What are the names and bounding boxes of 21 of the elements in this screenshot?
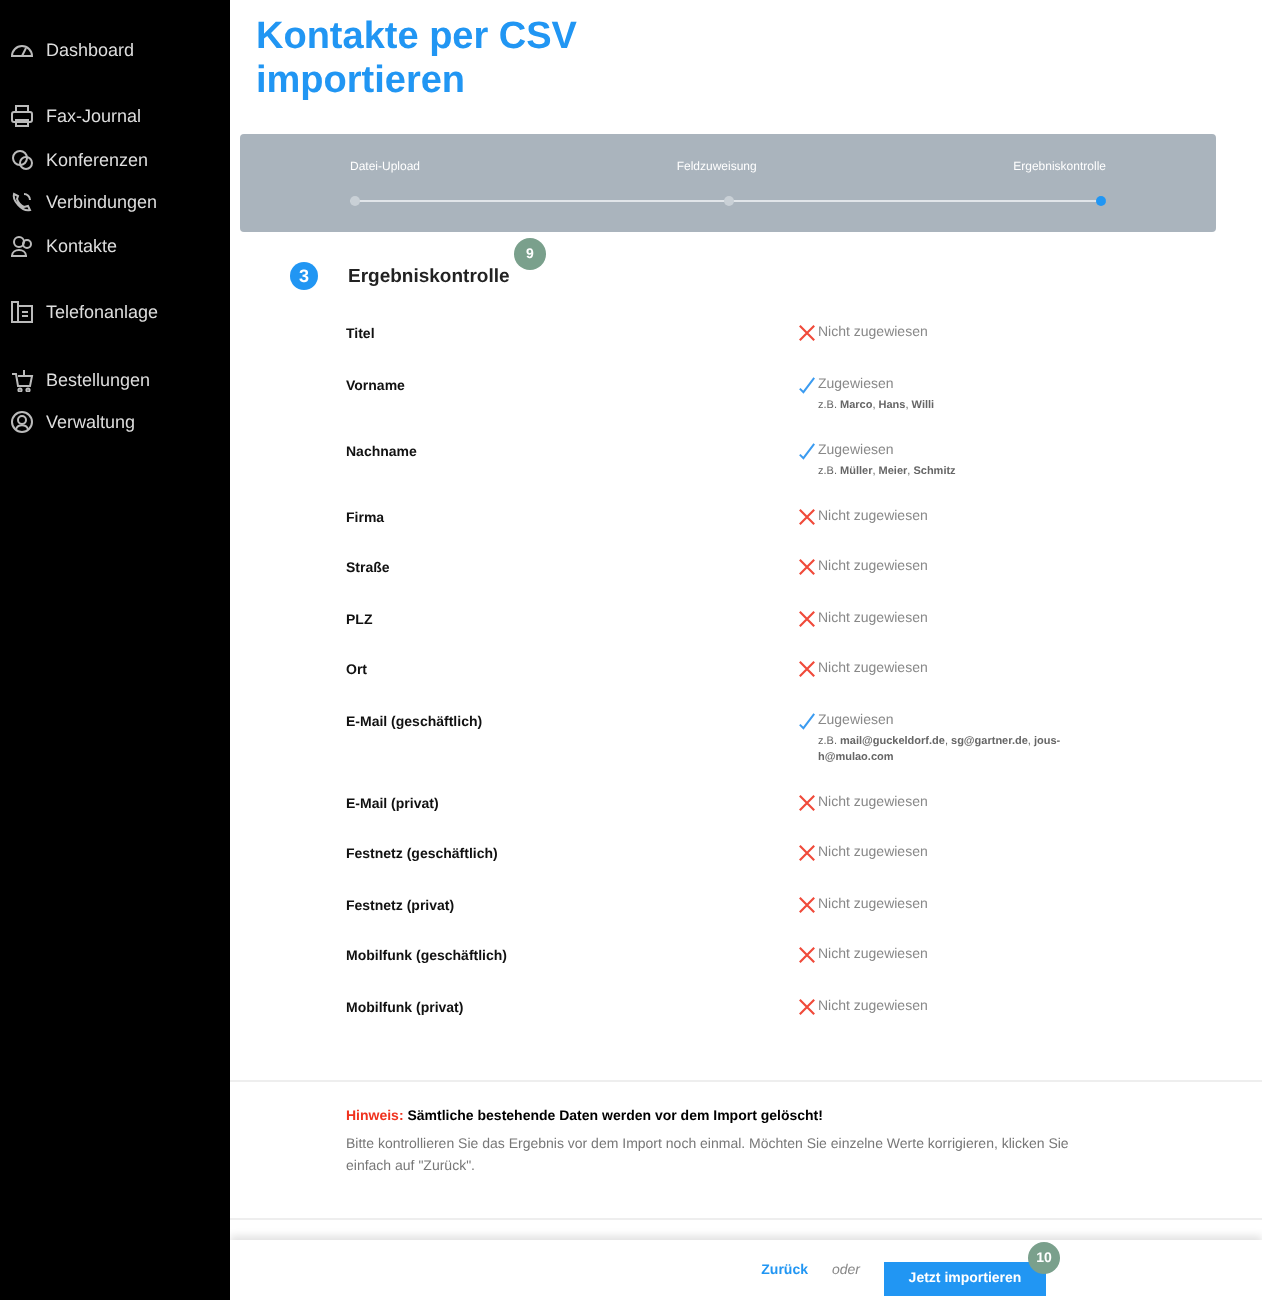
sidebar-item[interactable]: Verwaltung bbox=[0, 401, 230, 444]
sidebar-item[interactable]: Bestellungen bbox=[0, 358, 230, 401]
user-icon bbox=[10, 410, 34, 435]
step-number: 3 bbox=[290, 262, 318, 290]
step-dot[interactable] bbox=[723, 195, 733, 205]
sidebar-item[interactable]: Telefonanlage bbox=[0, 291, 230, 334]
section-title: Ergebniskontrolle bbox=[348, 265, 510, 287]
page-title: Kontakte per CSV importieren bbox=[256, 16, 579, 104]
cart-icon bbox=[10, 367, 34, 392]
phone-icon bbox=[10, 190, 34, 215]
sidebar-item[interactable]: Dashboard bbox=[0, 28, 230, 71]
phone-device-icon bbox=[10, 300, 34, 325]
sidebar-item[interactable]: Konferenzen bbox=[0, 138, 230, 181]
step-dot[interactable] bbox=[350, 195, 360, 205]
chat-icon bbox=[10, 147, 34, 172]
step-dot[interactable] bbox=[1096, 195, 1106, 205]
sidebar-item[interactable]: Fax-Journal bbox=[0, 95, 230, 138]
sidebar-item[interactable]: Kontakte bbox=[0, 224, 230, 267]
sidebar-item[interactable]: Verbindungen bbox=[0, 181, 230, 224]
printer-icon bbox=[10, 104, 34, 129]
people-icon bbox=[10, 233, 34, 258]
